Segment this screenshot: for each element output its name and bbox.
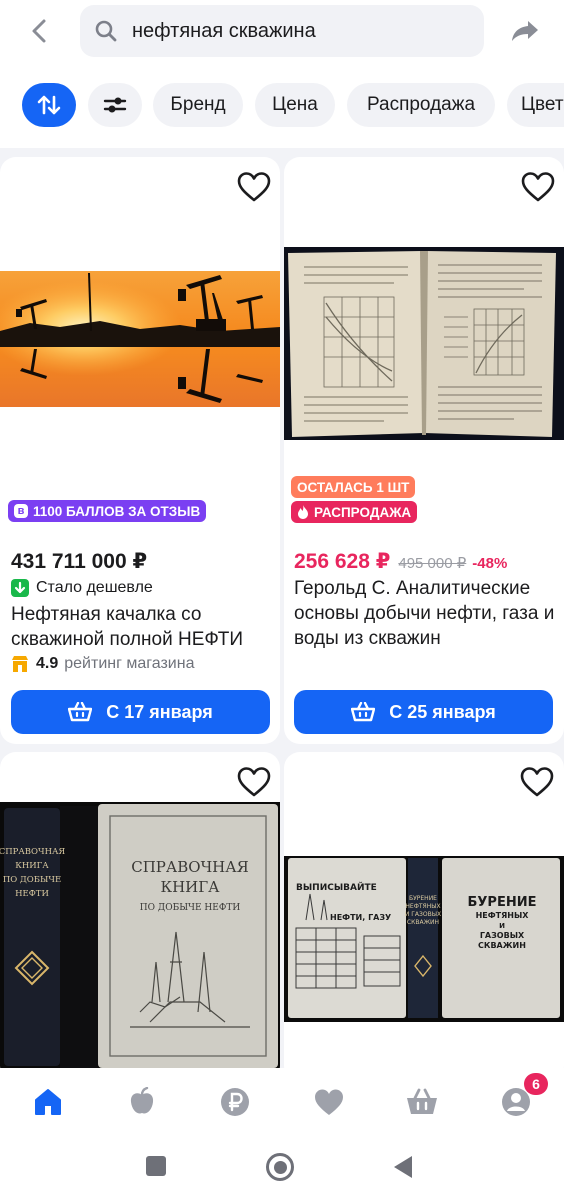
ruble-icon bbox=[221, 1088, 249, 1116]
delivery-date: С 25 января bbox=[389, 701, 496, 722]
product-card-2[interactable]: ОСТАЛАСЬ 1 ШТ РАСПРОДАЖА 256 628 ₽ 495 00… bbox=[284, 157, 564, 744]
filter-params-button[interactable] bbox=[88, 83, 142, 127]
right-cover-line-1: БУРЕНИЕ bbox=[468, 895, 537, 910]
bottom-tab-bar bbox=[0, 1068, 564, 1138]
heart-outline-icon bbox=[237, 172, 271, 202]
tab-ruble[interactable] bbox=[219, 1086, 251, 1118]
basket-icon bbox=[351, 702, 376, 722]
product-image-drilling-book: ВЫПИСЫВАЙТЕ НЕФТИ, ГАЗУ БУРЕНИЕ НЕФТЯНЫХ… bbox=[284, 856, 564, 1022]
product-image-reference-book: СПРАВОЧНАЯ КНИГА ПО ДОБЫЧЕ НЕФТИ СПРАВОЧ… bbox=[0, 802, 280, 1070]
profile-notification-badge: 6 bbox=[524, 1073, 548, 1095]
favorite-button[interactable] bbox=[236, 766, 272, 798]
product-title: Герольд С. Аналитические основы добычи н… bbox=[294, 578, 555, 649]
spine-line-4: СКВАЖИН bbox=[407, 919, 439, 926]
home-icon bbox=[35, 1089, 61, 1115]
share-arrow-icon bbox=[512, 21, 538, 41]
home-system-dot bbox=[273, 1160, 287, 1174]
back-button[interactable] bbox=[24, 16, 54, 46]
back-system-button[interactable] bbox=[392, 1154, 414, 1180]
right-cover-line-3: И bbox=[499, 922, 505, 930]
left-cover-line-2: НЕФТИ, ГАЗУ bbox=[330, 913, 391, 922]
chip-brand[interactable]: Бренд bbox=[153, 83, 243, 127]
basket-icon bbox=[68, 702, 93, 722]
top-bar bbox=[0, 0, 564, 66]
points-icon: в bbox=[14, 504, 28, 518]
old-price: 495 000 ₽ bbox=[398, 555, 467, 572]
search-input[interactable] bbox=[132, 19, 452, 43]
favorite-button[interactable] bbox=[519, 766, 555, 798]
cover-subtitle: ПО ДОБЫЧЕ НЕФТИ bbox=[140, 903, 241, 913]
product-price: 431 711 000 ₽ bbox=[11, 550, 148, 573]
heart-outline-icon bbox=[520, 767, 554, 797]
price-drop-text: Стало дешевле bbox=[36, 579, 153, 596]
stock-badge: ОСТАЛАСЬ 1 ШТ bbox=[291, 476, 416, 498]
rating-value: 4.9 bbox=[36, 655, 59, 672]
spine-line-1: БУРЕНИЕ bbox=[409, 895, 437, 902]
product-card-3[interactable]: СПРАВОЧНАЯ КНИГА ПО ДОБЫЧЕ НЕФТИ СПРАВОЧ… bbox=[0, 752, 280, 1082]
sort-button[interactable] bbox=[22, 83, 76, 127]
spine-line-2: КНИГА bbox=[15, 861, 49, 871]
product-card-4[interactable]: ВЫПИСЫВАЙТЕ НЕФТИ, ГАЗУ БУРЕНИЕ НЕФТЯНЫХ… bbox=[284, 752, 564, 1082]
shop-rating: 4.9 рейтинг магазина bbox=[11, 655, 194, 673]
add-to-cart-button[interactable]: С 25 января bbox=[294, 690, 553, 734]
home-system-button[interactable] bbox=[266, 1153, 294, 1181]
left-cover-line-1: ВЫПИСЫВАЙТЕ bbox=[296, 881, 377, 893]
system-nav-bar bbox=[0, 1138, 564, 1200]
chip-price[interactable]: Цена bbox=[255, 83, 335, 127]
right-cover-line-5: СКВАЖИН bbox=[478, 941, 526, 950]
search-field[interactable] bbox=[80, 5, 484, 57]
heart-outline-icon bbox=[237, 767, 271, 797]
chip-sale[interactable]: Распродажа bbox=[347, 83, 495, 127]
spine-line-2: НЕФТЯНЫХ bbox=[405, 903, 440, 910]
cart-icon bbox=[407, 1088, 437, 1114]
right-cover-line-2: НЕФТЯНЫХ bbox=[476, 911, 530, 920]
product-title: Нефтяная качалка со скважиной полной НЕФ… bbox=[11, 604, 244, 650]
spine-line-1: СПРАВОЧНАЯ bbox=[0, 847, 65, 857]
favorite-button[interactable] bbox=[520, 171, 556, 203]
tab-cart[interactable] bbox=[406, 1086, 438, 1118]
filter-bar: Бренд Цена Распродажа Цвет bbox=[0, 66, 564, 148]
sale-badge-label: РАСПРОДАЖА bbox=[314, 504, 412, 520]
tab-catalog[interactable] bbox=[126, 1086, 158, 1118]
spine-line-3: ПО ДОБЫЧЕ bbox=[3, 875, 61, 885]
rating-label: рейтинг магазина bbox=[64, 655, 195, 672]
tab-home[interactable] bbox=[32, 1086, 64, 1118]
spine-line-4: НЕФТИ bbox=[15, 889, 49, 899]
points-badge-label: 1100 БАЛЛОВ ЗА ОТЗЫВ bbox=[33, 503, 201, 519]
delivery-date: С 17 января bbox=[106, 701, 213, 722]
product-image-oil-pumps bbox=[0, 271, 280, 407]
price-drop-label: Стало дешевле bbox=[11, 579, 153, 597]
spine-line-3: И ГАЗОВЫХ bbox=[405, 911, 441, 918]
current-price: 256 628 ₽ bbox=[294, 550, 391, 573]
product-card-1[interactable]: в 1100 БАЛЛОВ ЗА ОТЗЫВ 431 711 000 ₽ Ста… bbox=[0, 157, 280, 744]
sale-badge: РАСПРОДАЖА bbox=[291, 501, 418, 523]
shop-icon bbox=[12, 656, 28, 672]
catalog-icon bbox=[130, 1087, 154, 1114]
fire-icon bbox=[298, 505, 308, 519]
cover-title-1: СПРАВОЧНАЯ bbox=[131, 858, 248, 876]
favorites-icon bbox=[315, 1089, 343, 1115]
add-to-cart-button[interactable]: С 17 января bbox=[11, 690, 270, 734]
discount: -48% bbox=[472, 555, 508, 572]
product-image-open-book bbox=[284, 247, 564, 440]
points-badge: в 1100 БАЛЛОВ ЗА ОТЗЫВ bbox=[8, 500, 207, 522]
chevron-left-icon bbox=[32, 19, 46, 43]
recent-apps-button[interactable] bbox=[146, 1156, 166, 1176]
search-icon bbox=[95, 20, 117, 42]
tab-favorites[interactable] bbox=[313, 1086, 345, 1118]
cover-title-2: КНИГА bbox=[160, 878, 220, 896]
chip-color[interactable]: Цвет bbox=[507, 83, 564, 127]
price-down-icon bbox=[11, 579, 29, 597]
right-cover-line-4: ГАЗОВЫХ bbox=[480, 931, 525, 940]
product-price: 256 628 ₽ 495 000 ₽ -48% bbox=[294, 549, 507, 574]
heart-outline-icon bbox=[521, 172, 555, 202]
sort-icon bbox=[37, 95, 61, 115]
favorite-button[interactable] bbox=[236, 171, 272, 203]
filter-sliders-icon bbox=[103, 97, 127, 113]
share-button[interactable] bbox=[508, 16, 542, 46]
